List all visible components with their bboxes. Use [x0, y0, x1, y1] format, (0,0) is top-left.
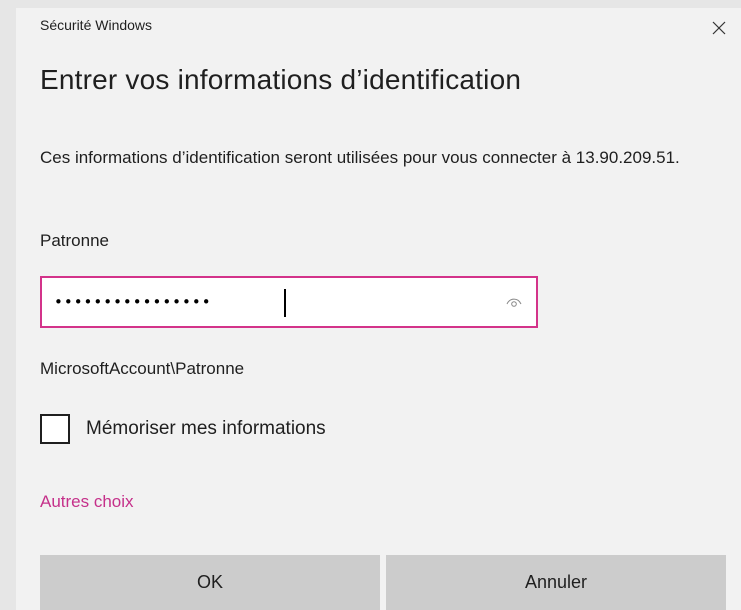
text-caret — [284, 289, 286, 317]
dialog-heading: Entrer vos informations d’identification — [40, 64, 522, 95]
dialog-description: Ces informations d’identification seront… — [40, 148, 680, 167]
more-choices-link[interactable]: Autres choix — [40, 492, 134, 512]
remember-checkbox[interactable] — [40, 414, 70, 444]
account-label: MicrosoftAccount\Patronne — [40, 359, 245, 378]
reveal-password-button[interactable] — [504, 292, 524, 312]
username-label: Patronne — [40, 231, 109, 250]
cancel-button[interactable]: Annuler — [386, 555, 726, 610]
app-title: Sécurité Windows — [40, 17, 153, 33]
close-icon — [712, 21, 726, 35]
remember-credentials[interactable]: Mémoriser mes informations — [40, 414, 326, 444]
remember-label[interactable]: Mémoriser mes informations — [86, 418, 326, 440]
password-input[interactable] — [54, 288, 474, 316]
close-button[interactable] — [697, 8, 741, 48]
ok-button[interactable]: OK — [40, 555, 380, 610]
password-field[interactable] — [40, 276, 538, 328]
title-bar: Sécurité Windows — [16, 8, 741, 48]
eye-icon — [506, 298, 522, 307]
credential-dialog: Sécurité Windows Entrer vos informations… — [16, 8, 741, 610]
